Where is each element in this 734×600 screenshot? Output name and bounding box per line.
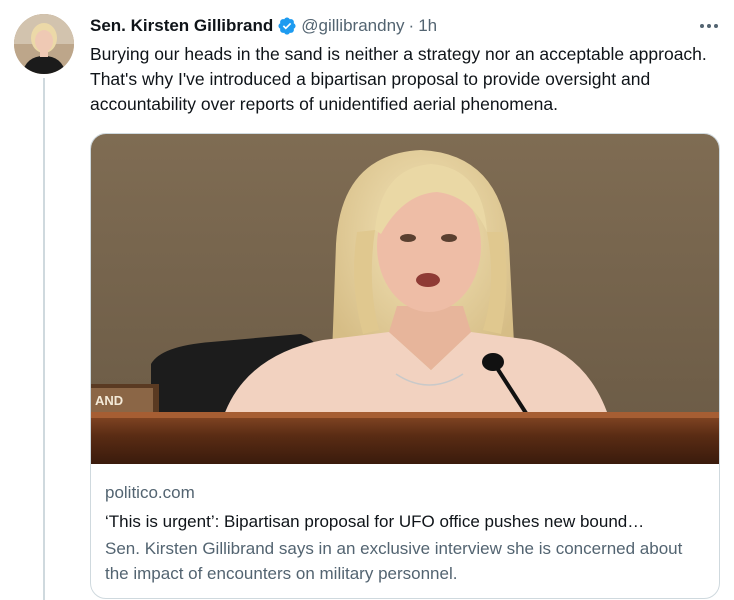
author-handle[interactable]: @gillibrandny — [301, 16, 404, 36]
timestamp[interactable]: 1h — [418, 16, 437, 36]
card-image: AND — [91, 134, 719, 464]
card-meta: politico.com ‘This is urgent’: Bipartisa… — [105, 482, 705, 586]
nameplate-text: AND — [95, 393, 123, 408]
avatar[interactable] — [14, 14, 74, 74]
tweet-header: Sen. Kirsten Gillibrand @gillibrandny · … — [90, 14, 437, 38]
avatar-photo — [14, 14, 74, 74]
more-horizontal-icon[interactable] — [692, 14, 726, 38]
author-name[interactable]: Sen. Kirsten Gillibrand — [90, 16, 273, 36]
tweet-text: Burying our heads in the sand is neither… — [90, 44, 707, 114]
card-title: ‘This is urgent’: Bipartisan proposal fo… — [105, 512, 645, 531]
card-photo: AND — [91, 134, 719, 464]
thread-line — [43, 78, 45, 600]
card-description: Sen. Kirsten Gillibrand says in an exclu… — [105, 539, 683, 583]
link-card[interactable]: AND politico.com ‘This is urgent’: Bipar… — [90, 133, 720, 599]
verified-badge-icon — [278, 17, 296, 35]
separator-dot: · — [408, 16, 415, 35]
card-domain: politico.com — [105, 483, 195, 502]
